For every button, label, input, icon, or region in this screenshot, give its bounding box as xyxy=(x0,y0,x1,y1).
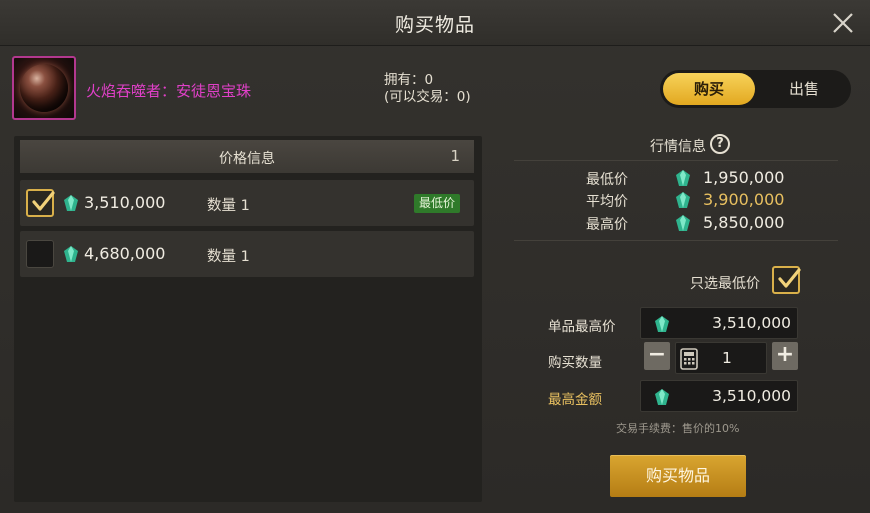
orb-image xyxy=(20,64,68,112)
max-total-value: 3,510,000 xyxy=(712,387,791,405)
gem-icon xyxy=(655,316,669,332)
min-price-label: 最低价 xyxy=(586,172,628,188)
title-bar: 购买物品 xyxy=(0,0,870,46)
listing-quantity: 数量 1 xyxy=(207,198,250,214)
close-button[interactable] xyxy=(830,10,856,36)
sell-tab[interactable]: 出售 xyxy=(760,73,848,105)
min-price-value: 1,950,000 xyxy=(703,168,785,187)
max-price-value: 5,850,000 xyxy=(703,213,785,232)
divider xyxy=(514,240,838,241)
gem-icon xyxy=(676,192,690,208)
quantity-increase-button[interactable]: + xyxy=(772,342,798,370)
only-lowest-checkbox[interactable] xyxy=(772,266,801,294)
listing-checkbox[interactable] xyxy=(26,240,54,268)
divider xyxy=(514,160,838,161)
listing-row[interactable]: 4,680,000 数量 1 xyxy=(20,231,474,277)
price-list-count: 1 xyxy=(450,147,460,165)
unit-max-price-field[interactable]: 3,510,000 xyxy=(640,307,798,339)
gem-icon xyxy=(64,246,78,262)
price-list-title: 价格信息 xyxy=(219,151,275,167)
item-header: 火焰吞噬者：安徒恩宝珠 拥有：0 (可以交易：0) 购买 出售 xyxy=(0,46,870,128)
max-total-field[interactable]: 3,510,000 xyxy=(640,380,798,412)
max-price-label: 最高价 xyxy=(586,217,628,233)
buy-item-window: 购买物品 火焰吞噬者：安徒恩宝珠 拥有：0 (可以交易：0) 购买 出售 价格信… xyxy=(0,0,870,513)
avg-price-label: 平均价 xyxy=(586,194,628,210)
purchase-quantity-label: 购买数量 xyxy=(548,355,602,371)
unit-max-price-value: 3,510,000 xyxy=(712,314,791,332)
buy-sell-toggle: 购买 出售 xyxy=(660,70,851,108)
owned-info: 拥有：0 (可以交易：0) xyxy=(384,72,471,106)
gem-icon xyxy=(676,215,690,231)
order-panel: 行情信息 ? 最低价 1,950,000 平均价 3,900,000 最高价 5… xyxy=(508,128,860,506)
buy-tab[interactable]: 购买 xyxy=(663,73,755,105)
check-icon xyxy=(32,191,55,211)
close-icon xyxy=(833,13,853,33)
calculator-icon[interactable] xyxy=(680,348,698,370)
item-icon xyxy=(12,56,76,120)
listing-price: 4,680,000 xyxy=(84,244,166,263)
buy-item-button[interactable]: 购买物品 xyxy=(610,455,746,497)
gem-icon xyxy=(64,195,78,211)
owned-count: 拥有：0 xyxy=(384,72,434,88)
fee-note: 交易手续费：售价的10% xyxy=(616,422,740,435)
quantity-decrease-button[interactable]: − xyxy=(644,342,670,370)
lowest-price-badge: 最低价 xyxy=(414,194,460,213)
window-title: 购买物品 xyxy=(394,14,475,36)
price-list-panel: 价格信息 1 3,510,000 数量 1 最低价 4,680,000 数量 1 xyxy=(14,136,482,502)
only-lowest-label: 只选最低价 xyxy=(690,276,760,292)
market-info-title: 行情信息 xyxy=(650,139,706,155)
check-icon xyxy=(778,268,801,288)
max-total-label: 最高金额 xyxy=(548,392,602,408)
quantity-input[interactable]: 1 xyxy=(675,342,767,374)
quantity-value: 1 xyxy=(722,349,732,367)
item-name: 火焰吞噬者：安徒恩宝珠 xyxy=(86,82,252,100)
avg-price-value: 3,900,000 xyxy=(703,190,785,209)
price-list-header: 价格信息 1 xyxy=(20,140,474,173)
listing-row[interactable]: 3,510,000 数量 1 最低价 xyxy=(20,180,474,226)
unit-max-price-label: 单品最高价 xyxy=(548,319,616,335)
gem-icon xyxy=(655,389,669,405)
tradable-count: (可以交易：0) xyxy=(384,89,471,105)
listing-checkbox[interactable] xyxy=(26,189,55,217)
listing-price: 3,510,000 xyxy=(84,193,166,212)
help-icon[interactable]: ? xyxy=(710,134,730,154)
listing-quantity: 数量 1 xyxy=(207,249,250,265)
gem-icon xyxy=(676,170,690,186)
